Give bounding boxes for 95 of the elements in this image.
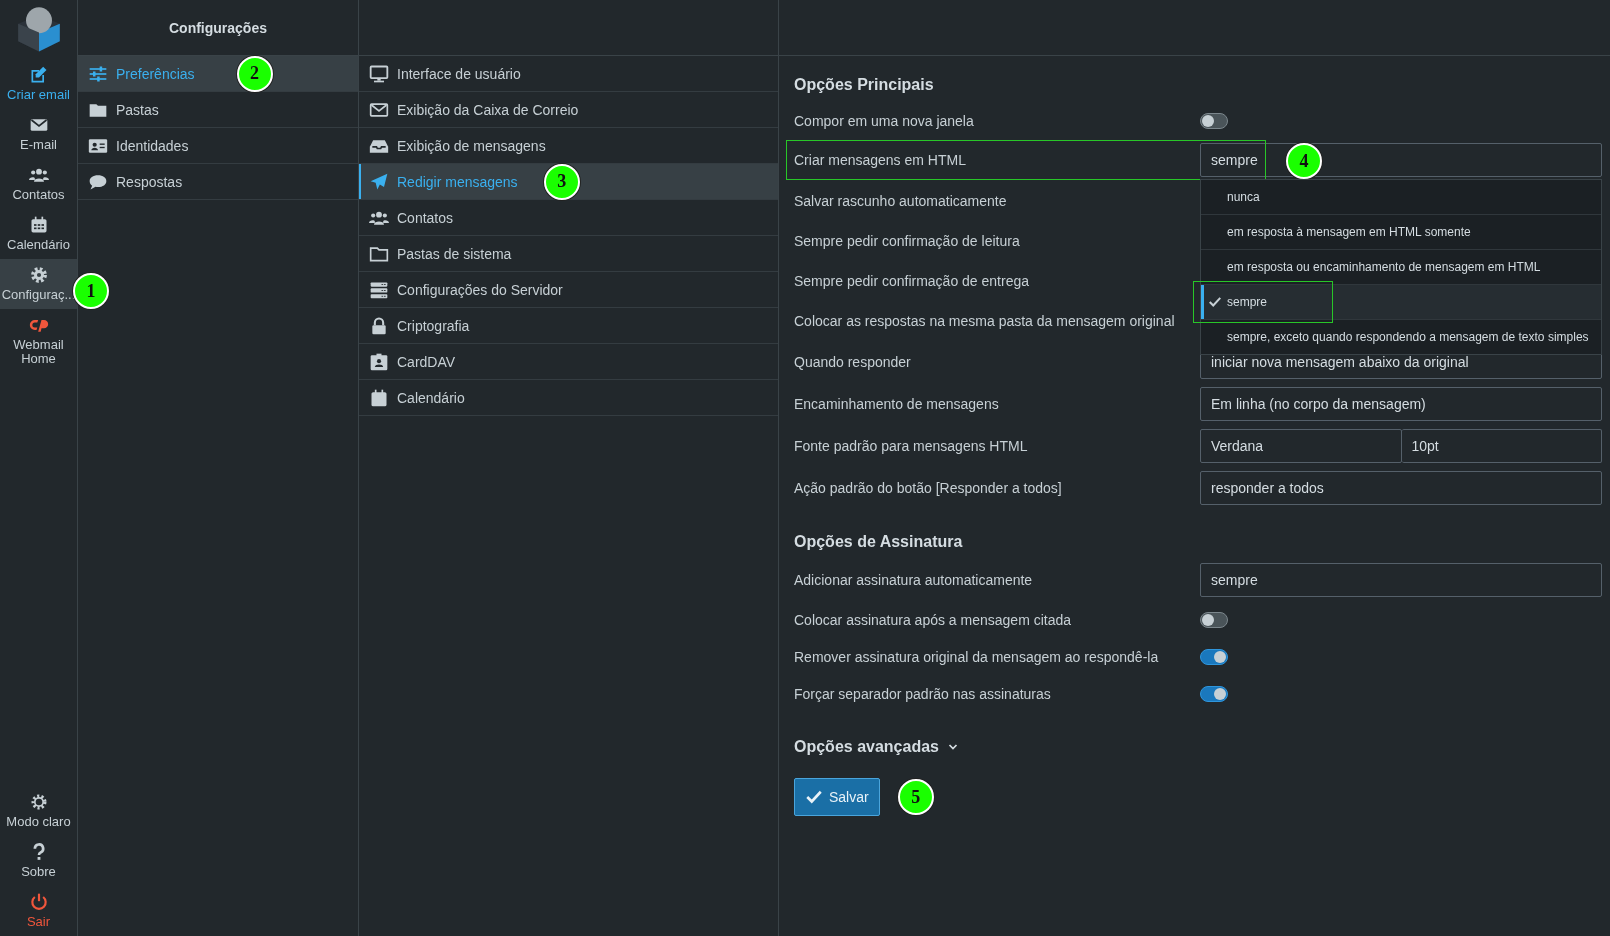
option-label: em resposta à mensagem em HTML somente bbox=[1227, 225, 1471, 239]
nav-item[interactable]: Sobre bbox=[0, 836, 77, 886]
item-label: Calendário bbox=[397, 389, 465, 406]
dropdown-option[interactable]: sempre bbox=[1201, 285, 1601, 320]
item-label: Configurações do Servidor bbox=[397, 281, 563, 298]
setting-label: Ação padrão do botão [Responder a todos] bbox=[794, 480, 1063, 496]
nav-label: Criar email bbox=[7, 88, 70, 102]
preference-item[interactable]: Configurações do Servidor bbox=[359, 272, 778, 308]
item-label: Interface de usuário bbox=[397, 65, 521, 82]
item-label: CardDAV bbox=[397, 353, 456, 370]
settings-section-item[interactable]: Pastas bbox=[78, 92, 358, 128]
toggle-switch[interactable] bbox=[1200, 112, 1228, 129]
nav-label: Configuraç... bbox=[1, 288, 76, 302]
nav-label: Sobre bbox=[21, 865, 56, 879]
calendar-icon bbox=[369, 387, 389, 408]
nav-item[interactable]: Modo claro bbox=[0, 786, 77, 836]
option-label: nunca bbox=[1227, 190, 1260, 204]
select-field[interactable]: responder a todos bbox=[1200, 471, 1602, 505]
save-button[interactable]: Salvar bbox=[794, 778, 880, 816]
item-label: Preferências bbox=[116, 65, 195, 82]
settings-section-item[interactable]: Preferências 2 bbox=[78, 56, 358, 92]
item-label: Exibição da Caixa de Correio bbox=[397, 101, 579, 118]
section-title: Opções de Assinatura bbox=[794, 533, 964, 551]
setting-label: Adicionar assinatura automaticamente bbox=[794, 572, 1034, 588]
option-label: sempre, exceto quando respondendo a mensagem de texto simples bbox=[1227, 330, 1589, 344]
paper-plane-icon bbox=[369, 171, 389, 192]
setting-label: Compor em uma nova janela bbox=[794, 112, 975, 129]
callout-marker: 4 bbox=[1286, 143, 1322, 179]
preference-item[interactable]: Contatos bbox=[359, 200, 778, 236]
preference-item[interactable]: Exibição da Caixa de Correio bbox=[359, 92, 778, 128]
nav-item[interactable]: Sair bbox=[0, 886, 77, 936]
item-label: Redigir mensagens bbox=[397, 173, 518, 190]
nav-label: Sair bbox=[26, 915, 51, 929]
nav-item[interactable]: Webmail Home bbox=[0, 309, 77, 373]
nav-item[interactable]: Contatos bbox=[0, 159, 77, 209]
callout-marker: 2 bbox=[236, 55, 273, 92]
nav-label: Modo claro bbox=[6, 815, 71, 829]
nav-item[interactable]: Configuraç... bbox=[0, 259, 77, 309]
panel-title: Configurações bbox=[169, 19, 267, 36]
dropdown-option[interactable]: em resposta à mensagem em HTML somente bbox=[1201, 215, 1601, 250]
item-label: Identidades bbox=[116, 137, 189, 154]
item-label: Contatos bbox=[397, 209, 454, 226]
setting-label: Salvar rascunho automaticamente bbox=[794, 193, 1008, 209]
preference-item[interactable]: Calendário bbox=[359, 380, 778, 416]
nav-label: Calendário bbox=[7, 238, 70, 252]
advanced-options-toggle[interactable]: Opções avançadas bbox=[794, 738, 959, 756]
nav-label: Webmail Home bbox=[12, 338, 65, 366]
item-label: Pastas de sistema bbox=[397, 245, 512, 262]
check-icon bbox=[1208, 295, 1222, 309]
item-label: Exibição de mensagens bbox=[397, 137, 546, 154]
select-field[interactable]: Verdana bbox=[1200, 429, 1402, 463]
option-label: sempre bbox=[1227, 295, 1267, 309]
power-icon bbox=[28, 892, 49, 912]
toggle-switch[interactable] bbox=[1200, 611, 1228, 628]
item-label: Pastas bbox=[116, 101, 159, 118]
section-title: Opções Principais bbox=[794, 76, 935, 94]
setting-label: Colocar assinatura após a mensagem citada bbox=[794, 611, 1073, 628]
toggle-switch[interactable] bbox=[1200, 648, 1228, 665]
preference-item[interactable]: Interface de usuário bbox=[359, 56, 778, 92]
setting-label: Sempre pedir confirmação de entrega bbox=[794, 273, 1031, 289]
setting-label: Criar mensagens em HTML bbox=[794, 152, 967, 168]
preference-item[interactable]: CardDAV bbox=[359, 344, 778, 380]
setting-label: Sempre pedir confirmação de leitura bbox=[794, 233, 1021, 249]
select-field[interactable]: 10pt bbox=[1401, 429, 1602, 463]
nav-label: Contatos bbox=[12, 188, 65, 202]
callout-marker: 5 bbox=[897, 779, 934, 815]
callout-marker: 1 bbox=[73, 273, 109, 309]
contact-card-icon bbox=[369, 351, 389, 372]
setting-label: Fonte padrão para mensagens HTML bbox=[794, 438, 1029, 454]
monitor-icon bbox=[369, 63, 389, 84]
item-label: Respostas bbox=[116, 173, 183, 190]
setting-label: Quando responder bbox=[794, 354, 912, 370]
option-label: em resposta ou encaminhamento de mensagem em HTML bbox=[1227, 260, 1541, 274]
settings-section-item[interactable]: Identidades bbox=[78, 128, 358, 164]
dropdown-option[interactable]: nunca bbox=[1201, 180, 1601, 215]
lock-icon bbox=[369, 315, 389, 336]
preference-item[interactable]: Redigir mensagens 3 bbox=[359, 164, 778, 200]
settings-section-item[interactable]: Respostas bbox=[78, 164, 358, 200]
item-label: Criptografia bbox=[397, 317, 470, 334]
toggle-switch[interactable] bbox=[1200, 685, 1228, 702]
nav-item[interactable]: E-mail bbox=[0, 109, 77, 159]
nav-label: E-mail bbox=[20, 138, 57, 152]
callout-marker: 3 bbox=[543, 163, 580, 200]
check-icon bbox=[805, 788, 823, 806]
preference-item[interactable]: Pastas de sistema bbox=[359, 236, 778, 272]
setting-label: Remover assinatura original da mensagem ao respondê-la bbox=[794, 648, 1160, 665]
nav-item[interactable]: Calendário bbox=[0, 209, 77, 259]
preference-item[interactable]: Criptografia bbox=[359, 308, 778, 344]
select-field[interactable]: Em linha (no corpo da mensagem) bbox=[1200, 387, 1602, 421]
nav-item[interactable]: Criar email bbox=[0, 59, 77, 109]
gear-icon bbox=[28, 265, 49, 285]
setting-label: Encaminhamento de mensagens bbox=[794, 396, 1000, 412]
setting-label: Forçar separador padrão nas assinaturas bbox=[794, 685, 1052, 702]
setting-label: Colocar as respostas na mesma pasta da mensagem original bbox=[794, 313, 1176, 329]
select-field[interactable]: sempre bbox=[1200, 563, 1602, 597]
